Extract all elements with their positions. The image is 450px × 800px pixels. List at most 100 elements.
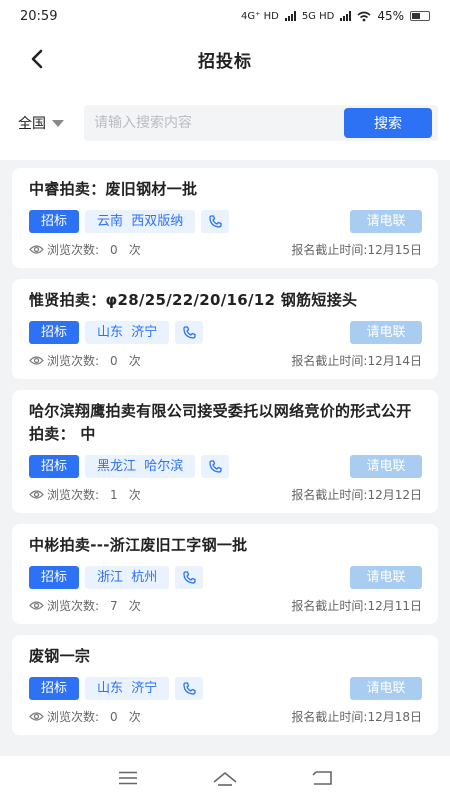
- meta-row: 浏览次数: 0 次 报名截止时间:12月18日: [29, 708, 422, 725]
- phone-icon: [183, 571, 196, 584]
- chevron-left-icon: [31, 49, 43, 69]
- call-button[interactable]: 请电联: [350, 455, 422, 478]
- tag-row: 招标 山东 济宁 请电联: [29, 677, 422, 700]
- views-value: 0: [110, 242, 118, 257]
- deadline: 报名截止时间:12月12日: [291, 488, 422, 502]
- tender-title: 中彬拍卖---浙江废旧工字钢一批: [29, 536, 248, 554]
- signal-icon: [284, 11, 296, 21]
- tag-row: 招标 黑龙江 哈尔滨 请电联: [29, 455, 422, 478]
- views-prefix: 浏览次数:: [47, 243, 100, 257]
- views-value: 0: [110, 353, 118, 368]
- return-icon: [312, 771, 332, 785]
- phone-icon: [209, 215, 222, 228]
- phone-tag[interactable]: [175, 677, 204, 700]
- tag-row: 招标 云南 西双版纳 请电联: [29, 210, 422, 233]
- tag-row: 招标 浙江 杭州 请电联: [29, 566, 422, 589]
- region-selector[interactable]: 全国: [18, 113, 84, 133]
- views-prefix: 浏览次数:: [47, 354, 100, 368]
- tender-type-tag: 招标: [29, 210, 80, 233]
- tender-card[interactable]: 中睿拍卖：废旧钢材一批 招标 云南 西双版纳 请电联 浏览次数: 0 次 报名截止时间:12月…: [12, 168, 438, 268]
- dropdown-arrow-icon: [52, 119, 64, 127]
- search-button[interactable]: 搜索: [344, 108, 432, 138]
- views-unit: 次: [128, 488, 141, 502]
- region-tag: 黑龙江 哈尔滨: [85, 455, 196, 478]
- views-unit: 次: [128, 710, 141, 724]
- phone-tag[interactable]: [175, 321, 204, 344]
- tender-card[interactable]: 中彬拍卖---浙江废旧工字钢一批招标 浙江 杭州 请电联浏览次数: 7 次 报名截止时间:…: [12, 524, 438, 624]
- view-count: 浏览次数: 7 次: [29, 597, 141, 614]
- meta-row: 浏览次数: 7 次 报名截止时间:12月11日: [29, 597, 422, 614]
- phone-tag[interactable]: [201, 210, 230, 233]
- deadline: 报名截止时间:12月11日: [291, 599, 422, 613]
- phone-icon: [183, 682, 196, 695]
- tender-card[interactable]: 废钢一宗 招标 山东 济宁 请电联 浏览次数: 0 次 报名截止时间:12月18日: [12, 635, 438, 735]
- meta-row: 浏览次数: 0 次 报名截止时间:12月15日: [29, 241, 422, 258]
- tender-title: 惟贤拍卖：φ28/25/22/20/16/12 钢筋短接头: [29, 291, 358, 309]
- deadline: 报名截止时间:12月14日: [291, 354, 422, 368]
- battery-percent: 45%: [377, 9, 404, 23]
- network-label-1: 4G⁺ HD: [241, 10, 279, 22]
- back-button[interactable]: [26, 47, 50, 71]
- views-value: 1: [110, 487, 118, 502]
- tender-title: 哈尔滨翔鹰拍卖有限公司接受委托以网络竞价的形式公开拍卖： 中: [29, 402, 412, 443]
- phone-icon: [183, 326, 196, 339]
- search-bar: 全国 搜索: [0, 86, 450, 160]
- tender-card[interactable]: 哈尔滨翔鹰拍卖有限公司接受委托以网络竞价的形式公开拍卖： 中招标 黑龙江 哈尔滨 请…: [12, 390, 438, 513]
- menu-icon: [119, 771, 138, 785]
- status-bar: 20:59 4G⁺ HD 5G HD 45%: [0, 0, 450, 32]
- views-prefix: 浏览次数:: [47, 488, 100, 502]
- views-unit: 次: [128, 599, 141, 613]
- view-count: 浏览次数: 0 次: [29, 241, 141, 258]
- tender-list: 中睿拍卖：废旧钢材一批 招标 云南 西双版纳 请电联 浏览次数: 0 次报名截止时间:12月…: [0, 160, 450, 735]
- eye-icon: [29, 244, 44, 255]
- wifi-icon: [357, 11, 371, 21]
- status-time: 20:59: [20, 8, 58, 24]
- views-prefix: 浏览次数:: [47, 710, 100, 724]
- tender-title: 中睿拍卖：废旧钢材一批: [29, 180, 198, 198]
- views-unit: 次: [128, 354, 141, 368]
- call-button[interactable]: 请电联: [350, 321, 422, 344]
- call-button[interactable]: 请电联: [350, 677, 422, 700]
- views-prefix: 浏览次数:: [47, 599, 100, 613]
- eye-icon: [29, 711, 44, 722]
- view-count: 浏览次数: 0 次: [29, 352, 141, 369]
- phone-icon: [209, 460, 222, 473]
- app-header: 招投标: [0, 32, 450, 86]
- status-icons: 4G⁺ HD 5G HD 45%: [241, 9, 430, 23]
- tender-card[interactable]: 惟贤拍卖：φ28/25/22/20/16/12 钢筋短接头招标 山东 济宁 请电联浏…: [12, 279, 438, 379]
- home-icon: [213, 771, 237, 786]
- tag-row: 招标 山东 济宁 请电联: [29, 321, 422, 344]
- page-title: 招投标: [198, 51, 252, 72]
- signal-icon-2: [340, 11, 352, 21]
- tender-type-tag: 招标: [29, 321, 80, 344]
- phone-tag[interactable]: [175, 566, 204, 589]
- menu-nav-button[interactable]: [110, 763, 146, 793]
- eye-icon: [29, 600, 44, 611]
- region-tag: 山东 济宁: [85, 677, 170, 700]
- search-input[interactable]: [94, 115, 344, 131]
- call-button[interactable]: 请电联: [350, 210, 422, 233]
- region-tag: 山东 济宁: [85, 321, 170, 344]
- eye-icon: [29, 355, 44, 366]
- system-nav-bar: [0, 756, 450, 800]
- tender-title: 废钢一宗: [29, 647, 91, 665]
- views-value: 0: [110, 709, 118, 724]
- region-label: 全国: [18, 116, 46, 132]
- meta-row: 浏览次数: 0 次 报名截止时间:12月14日: [29, 352, 422, 369]
- deadline: 报名截止时间:12月18日: [291, 710, 422, 724]
- region-tag: 浙江 杭州: [85, 566, 170, 589]
- view-count: 浏览次数: 0 次: [29, 708, 141, 725]
- region-tag: 云南 西双版纳: [85, 210, 196, 233]
- tender-type-tag: 招标: [29, 455, 80, 478]
- meta-row: 浏览次数: 1 次 报名截止时间:12月12日: [29, 486, 422, 503]
- views-value: 7: [110, 598, 118, 613]
- call-button[interactable]: 请电联: [350, 566, 422, 589]
- back-nav-button[interactable]: [304, 763, 340, 793]
- view-count: 浏览次数: 1 次: [29, 486, 141, 503]
- phone-tag[interactable]: [201, 455, 230, 478]
- eye-icon: [29, 489, 44, 500]
- home-nav-button[interactable]: [207, 763, 243, 793]
- tender-type-tag: 招标: [29, 566, 80, 589]
- search-box: 搜索: [84, 105, 438, 141]
- battery-icon: [410, 11, 430, 21]
